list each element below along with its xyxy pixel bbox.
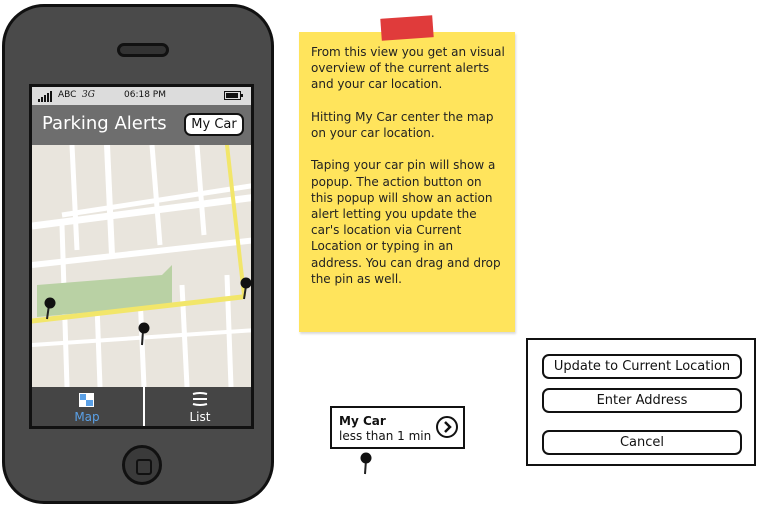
- signal-icon: [38, 91, 54, 102]
- sticky-note: From this view you get an visual overvie…: [299, 32, 515, 332]
- tab-map[interactable]: Map: [32, 387, 142, 426]
- note-paragraph: Hitting My Car center the map on your ca…: [311, 109, 494, 140]
- tab-list[interactable]: List: [145, 387, 251, 426]
- map-icon: [79, 393, 94, 407]
- home-button[interactable]: [122, 445, 162, 485]
- chevron-right-icon: [444, 421, 452, 433]
- map-canvas: [32, 143, 251, 388]
- list-icon: [192, 392, 208, 406]
- tape-strip: [380, 15, 434, 41]
- note-text: From this view you get an visual overvie…: [311, 44, 507, 303]
- phone-frame: ABC 3G 06:18 PM Parking Alerts My Car Ma…: [2, 4, 274, 504]
- tab-map-label: Map: [74, 410, 100, 424]
- map-view[interactable]: [32, 143, 251, 388]
- cancel-button[interactable]: Cancel: [542, 430, 742, 455]
- phone-speaker: [117, 43, 169, 57]
- battery-icon: [224, 91, 243, 100]
- car-pin-icon[interactable]: [358, 450, 374, 476]
- nav-bar: Parking Alerts My Car: [32, 105, 251, 145]
- note-paragraph: From this view you get an visual overvie…: [311, 45, 505, 92]
- popup-subtitle: less than 1 min: [339, 429, 432, 443]
- note-paragraph: Taping your car pin will show a popup. T…: [311, 158, 501, 286]
- status-time: 06:18 PM: [124, 90, 166, 100]
- enter-address-button[interactable]: Enter Address: [542, 388, 742, 413]
- action-sheet: Update to Current Location Enter Address…: [526, 338, 756, 466]
- popup-title: My Car: [339, 414, 386, 428]
- car-popup[interactable]: My Car less than 1 min: [330, 406, 465, 449]
- popup-action-button[interactable]: [436, 416, 458, 438]
- update-location-button[interactable]: Update to Current Location: [542, 354, 742, 379]
- home-button-square: [136, 459, 152, 475]
- nav-title: Parking Alerts: [42, 113, 167, 134]
- phone-screen: ABC 3G 06:18 PM Parking Alerts My Car Ma…: [29, 84, 254, 429]
- tab-list-label: List: [189, 410, 211, 424]
- status-bar: ABC 3G 06:18 PM: [32, 87, 251, 105]
- my-car-button[interactable]: My Car: [184, 113, 244, 136]
- carrier-label: ABC: [58, 90, 77, 100]
- tab-bar: Map List: [32, 387, 251, 426]
- network-label: 3G: [82, 90, 95, 100]
